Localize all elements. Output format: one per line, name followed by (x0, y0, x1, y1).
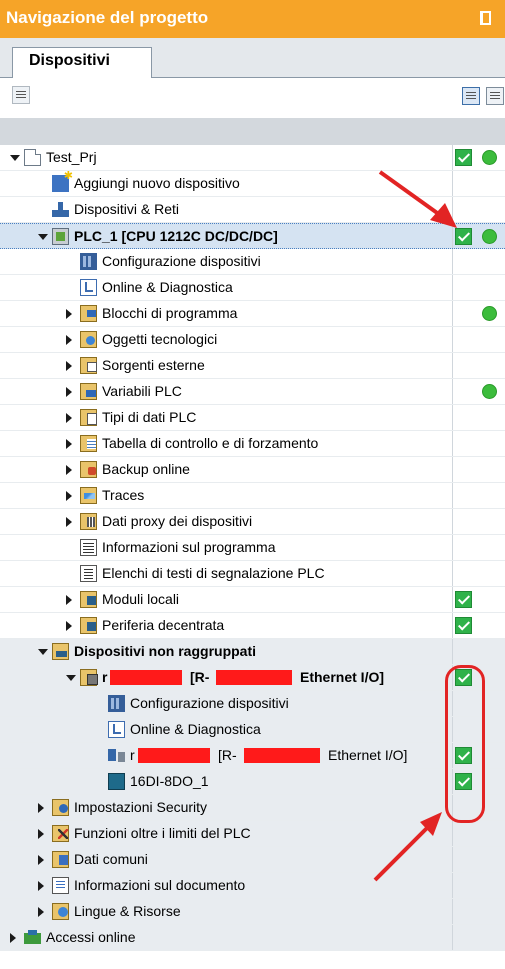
annotation-arrow-bottom (373, 812, 442, 882)
annotation-highlight-oval (445, 665, 485, 823)
annotation-arrow-top (378, 170, 457, 228)
annotation-layer (373, 170, 457, 882)
